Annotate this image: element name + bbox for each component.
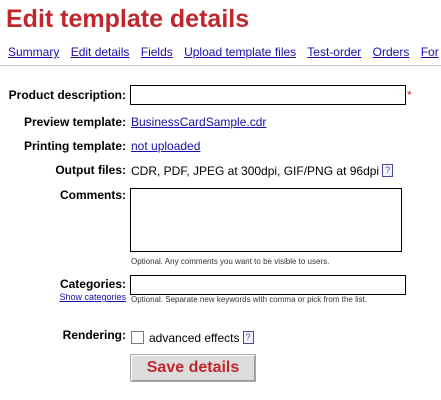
tab-upload-template-files[interactable]: Upload template files bbox=[184, 45, 296, 59]
printing-template-label: Printing template: bbox=[23, 139, 126, 153]
advanced-effects-text: advanced effects bbox=[149, 331, 240, 345]
tab-more[interactable]: For bbox=[421, 45, 439, 59]
output-files-text: CDR, PDF, JPEG at 300dpi, GIF/PNG at 96d… bbox=[131, 164, 380, 178]
save-details-button[interactable]: Save details bbox=[130, 354, 256, 382]
product-description-label: Product description: bbox=[8, 88, 126, 102]
tab-test-order[interactable]: Test-order bbox=[307, 45, 361, 59]
required-mark: * bbox=[407, 88, 412, 102]
tab-summary[interactable]: Summary bbox=[8, 45, 59, 59]
comments-hint: Optional. Any comments you want to be vi… bbox=[131, 257, 330, 266]
advanced-effects-checkbox[interactable] bbox=[131, 331, 144, 344]
comments-textarea[interactable] bbox=[130, 188, 402, 252]
categories-label: Categories: bbox=[59, 277, 126, 291]
categories-hint: Optional. Separate new keywords with com… bbox=[131, 295, 368, 304]
output-files-value: CDR, PDF, JPEG at 300dpi, GIF/PNG at 96d… bbox=[131, 164, 394, 178]
preview-template-label: Preview template: bbox=[23, 115, 126, 129]
categories-input[interactable] bbox=[130, 275, 406, 295]
tab-nav: Summary Edit details Fields Upload templ… bbox=[8, 45, 441, 59]
preview-template-link[interactable]: BusinessCardSample.cdr bbox=[131, 115, 266, 129]
help-icon[interactable]: ? bbox=[382, 164, 394, 177]
tab-orders[interactable]: Orders bbox=[373, 45, 410, 59]
page-title: Edit template details bbox=[6, 5, 250, 33]
help-icon[interactable]: ? bbox=[242, 331, 254, 344]
comments-label: Comments: bbox=[59, 188, 126, 202]
rendering-label: Rendering: bbox=[62, 328, 126, 342]
show-categories-link[interactable]: Show categories bbox=[59, 292, 126, 302]
advanced-effects-label: advanced effects? bbox=[149, 331, 254, 345]
tab-edit-details[interactable]: Edit details bbox=[71, 45, 130, 59]
product-description-input[interactable] bbox=[130, 85, 406, 105]
tab-fields[interactable]: Fields bbox=[141, 45, 173, 59]
printing-template-link[interactable]: not uploaded bbox=[131, 139, 200, 153]
output-files-label: Output files: bbox=[55, 163, 126, 177]
nav-divider bbox=[0, 65, 441, 66]
